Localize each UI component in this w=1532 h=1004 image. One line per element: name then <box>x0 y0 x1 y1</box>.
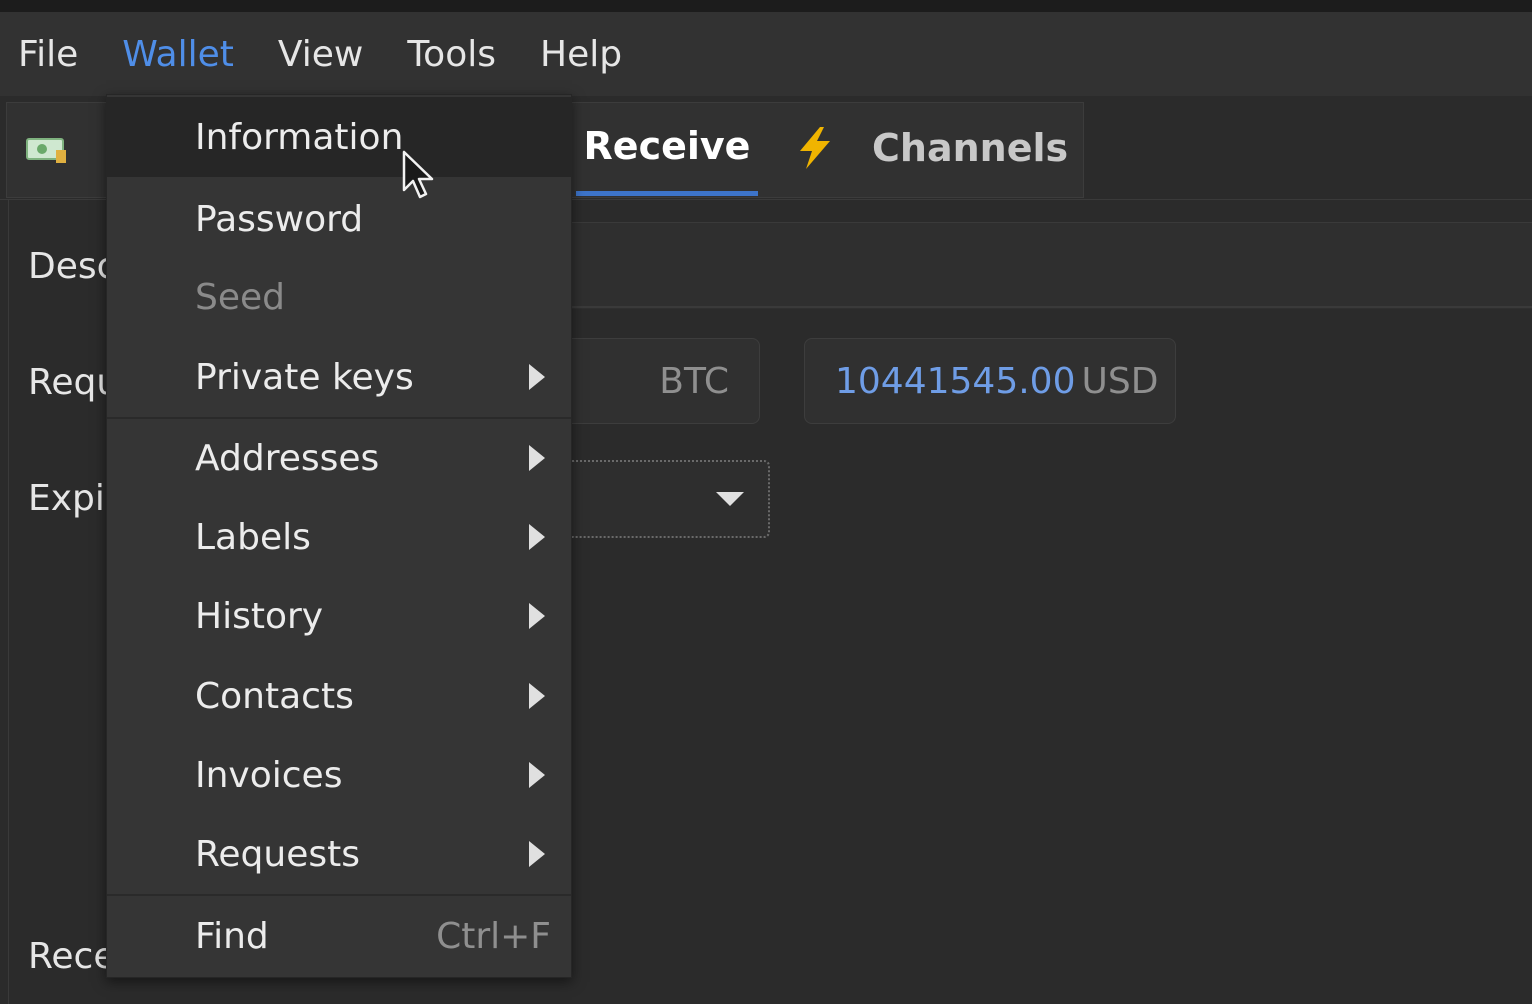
lightning-icon <box>800 127 830 169</box>
menu-tools[interactable]: Tools <box>407 34 496 75</box>
tab-channels-label: Channels <box>872 126 1069 170</box>
menu-item-seed: Seed <box>195 276 285 318</box>
menu-item-labels[interactable]: Labels <box>107 497 571 577</box>
description-label: Desc <box>28 246 117 287</box>
btc-amount-input[interactable]: BTC <box>572 338 760 424</box>
fiat-amount-value: 10441545.00 <box>835 360 1076 402</box>
tab-receive[interactable]: Receive <box>576 100 758 196</box>
chevron-right-icon <box>529 524 545 550</box>
fiat-amount-input[interactable]: 10441545.00 USD <box>804 338 1176 424</box>
tab-channels[interactable]: Channels <box>792 100 1068 196</box>
menu-item-requests[interactable]: Requests <box>107 814 571 894</box>
description-divider <box>572 306 1532 308</box>
chevron-right-icon <box>529 762 545 788</box>
find-shortcut: Ctrl+F <box>436 915 551 957</box>
menu-view[interactable]: View <box>278 34 363 75</box>
window-top-strip <box>0 0 1532 12</box>
menu-item-private-keys[interactable]: Private keys <box>107 337 571 417</box>
menu-item-history[interactable]: History <box>107 576 571 656</box>
menu-help[interactable]: Help <box>540 34 622 75</box>
expiry-select[interactable] <box>572 460 770 538</box>
expiry-label: Expi <box>28 478 105 519</box>
chevron-down-icon <box>716 492 744 506</box>
chevron-right-icon <box>529 603 545 629</box>
chevron-right-icon <box>529 445 545 471</box>
menu-item-information[interactable]: Information <box>107 97 571 177</box>
chevron-right-icon <box>529 841 545 867</box>
receive-label: Rece <box>28 936 116 977</box>
menu-wallet[interactable]: Wallet <box>122 34 234 75</box>
menu-item-find[interactable]: Find Ctrl+F <box>107 896 571 976</box>
menu-item-invoices[interactable]: Invoices <box>107 735 571 815</box>
tab-receive-label: Receive <box>583 123 751 168</box>
menu-file[interactable]: File <box>18 34 78 75</box>
fiat-unit: USD <box>1081 360 1159 402</box>
menu-item-password[interactable]: Password <box>107 179 571 259</box>
menu-bar: File Wallet View Tools Help <box>0 12 1532 96</box>
menu-item-contacts[interactable]: Contacts <box>107 656 571 736</box>
chevron-right-icon <box>529 683 545 709</box>
description-input[interactable] <box>572 222 1532 309</box>
btc-unit: BTC <box>659 360 729 402</box>
wallet-icon[interactable] <box>26 136 68 164</box>
mouse-cursor-icon <box>402 150 434 199</box>
menu-item-addresses[interactable]: Addresses <box>107 418 571 498</box>
wallet-menu-dropdown: Information Password Seed Private keys A… <box>106 94 572 978</box>
chevron-right-icon <box>529 364 545 390</box>
